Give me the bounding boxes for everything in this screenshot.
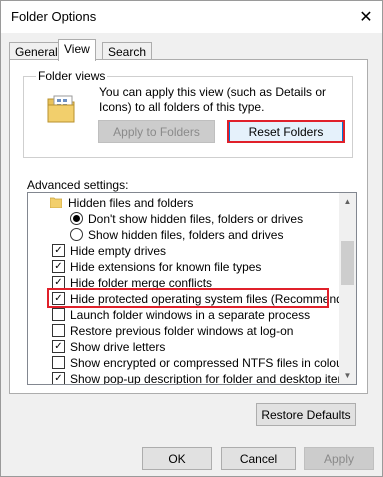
restore-defaults-button[interactable]: Restore Defaults	[256, 403, 356, 426]
checkbox[interactable]: ✓	[52, 276, 65, 289]
tab-view[interactable]: View	[58, 39, 96, 61]
reset-folders-button[interactable]: Reset Folders	[229, 121, 343, 142]
list-item-hidden-files-folder: Hidden files and folders	[50, 194, 356, 211]
scroll-thumb[interactable]	[341, 241, 354, 285]
checkbox[interactable]: ✓	[52, 260, 65, 273]
list-item-restore-previous-windows[interactable]: Restore previous folder windows at log-o…	[52, 322, 356, 339]
apply-to-folders-button[interactable]: Apply to Folders	[98, 120, 215, 143]
scroll-down-icon[interactable]: ▼	[339, 367, 356, 384]
list-item-show-hidden[interactable]: Show hidden files, folders and drives	[70, 226, 356, 243]
folder-views-legend: Folder views	[36, 69, 108, 83]
list-item-label: Show pop-up description for folder and d…	[70, 371, 354, 385]
checkbox[interactable]: ✓	[52, 372, 65, 384]
list-item-launch-separate-process[interactable]: Launch folder windows in a separate proc…	[52, 306, 356, 323]
checkbox[interactable]: ✓	[52, 244, 65, 257]
ok-button[interactable]: OK	[142, 447, 212, 470]
close-icon[interactable]: ✕	[354, 5, 378, 29]
apply-button[interactable]: Apply	[304, 447, 374, 470]
checkbox[interactable]: ✓	[52, 292, 65, 305]
list-item-label: Hide extensions for known file types	[70, 259, 262, 274]
checkbox[interactable]	[52, 324, 65, 337]
radio-button[interactable]	[70, 212, 83, 225]
folder-views-icon	[47, 95, 75, 123]
list-item-label: Hide empty drives	[70, 243, 167, 258]
scroll-up-icon[interactable]: ▲	[339, 193, 356, 210]
list-item-label: Hidden files and folders	[68, 195, 194, 210]
list-item-hide-empty-drives[interactable]: ✓ Hide empty drives	[52, 242, 356, 259]
checkbox[interactable]	[52, 308, 65, 321]
folder-options-dialog: Folder Options ✕ General View Search Fol…	[0, 0, 383, 477]
title-bar: Folder Options ✕	[1, 1, 382, 33]
list-item-label: Restore previous folder windows at log-o…	[70, 323, 294, 338]
list-item-hide-protected-os-files[interactable]: ✓ Hide protected operating system files …	[52, 290, 357, 307]
list-item-show-popup-description[interactable]: ✓ Show pop-up description for folder and…	[52, 370, 356, 385]
cancel-button[interactable]: Cancel	[221, 447, 296, 470]
checkbox[interactable]	[52, 356, 65, 369]
list-scrollbar[interactable]: ▲ ▼	[339, 193, 356, 384]
list-item-label: Launch folder windows in a separate proc…	[70, 307, 311, 322]
list-item-label: Show hidden files, folders and drives	[88, 227, 284, 242]
advanced-settings-list[interactable]: Hidden files and folders Don't show hidd…	[27, 192, 357, 385]
list-item-label: Hide folder merge conflicts	[70, 275, 213, 290]
list-item-label: Hide protected operating system files (R…	[70, 291, 357, 306]
radio-button[interactable]	[70, 228, 83, 241]
window-title: Folder Options	[11, 9, 97, 24]
list-item-dont-show-hidden[interactable]: Don't show hidden files, folders or driv…	[70, 210, 356, 227]
list-item-label: Don't show hidden files, folders or driv…	[88, 211, 304, 226]
list-item-label: Show encrypted or compressed NTFS files …	[70, 355, 347, 370]
list-item-show-drive-letters[interactable]: ✓ Show drive letters	[52, 338, 356, 355]
checkbox[interactable]: ✓	[52, 340, 65, 353]
folder-icon	[50, 197, 62, 208]
list-item-label: Show drive letters	[70, 339, 166, 354]
list-item-hide-extensions[interactable]: ✓ Hide extensions for known file types	[52, 258, 356, 275]
list-item-hide-merge-conflicts[interactable]: ✓ Hide folder merge conflicts	[52, 274, 356, 291]
advanced-settings-label: Advanced settings:	[27, 178, 129, 192]
list-item-show-encrypted-colour[interactable]: Show encrypted or compressed NTFS files …	[52, 354, 356, 371]
folder-views-description: You can apply this view (such as Details…	[99, 85, 327, 114]
